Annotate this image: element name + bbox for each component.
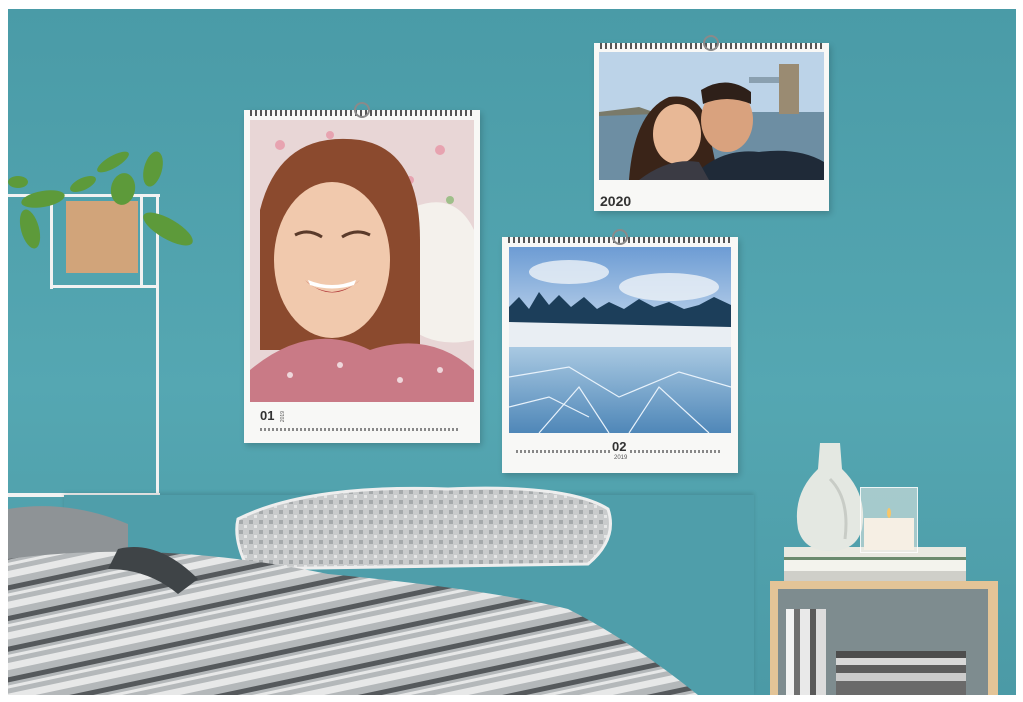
- calendar-year-label: 2019: [614, 455, 628, 461]
- calendar-day-row: [630, 450, 722, 453]
- calendar-year-title: 2020: [600, 193, 632, 209]
- plant-leaves-icon: [8, 151, 193, 249]
- candle-icon: [860, 487, 918, 553]
- calendar-february: 02 2019: [502, 229, 738, 473]
- calendar-hook-icon: [354, 102, 370, 118]
- calendar-january: 01 2019: [244, 102, 480, 443]
- calendar-month-label: 02: [612, 439, 627, 454]
- calendar-hook-icon: [612, 229, 628, 245]
- couple-selfie-photo-icon: [599, 52, 824, 180]
- table-books-stack: [836, 651, 966, 695]
- vase-icon: [796, 443, 864, 551]
- calendar-year-label: 2019: [280, 411, 286, 423]
- table-books: [786, 609, 826, 695]
- calendar-photo-laughing-girl: [250, 120, 474, 402]
- calendar-photo-couple: [599, 52, 824, 180]
- calendar-day-row: [516, 450, 612, 453]
- frozen-lake-photo-icon: [509, 247, 731, 433]
- calendar-month-label: 01: [260, 408, 275, 423]
- calendar-day-row: [260, 428, 460, 431]
- laughing-girl-photo-icon: [250, 120, 474, 402]
- calendar-photo-frozen-lake: [509, 247, 731, 433]
- scene-frame: 01 2019 2020 02 2019: [8, 9, 1016, 695]
- calendar-hook-icon: [703, 35, 719, 51]
- calendar-2020: 2020: [594, 35, 829, 211]
- bed-bedding: [8, 486, 698, 695]
